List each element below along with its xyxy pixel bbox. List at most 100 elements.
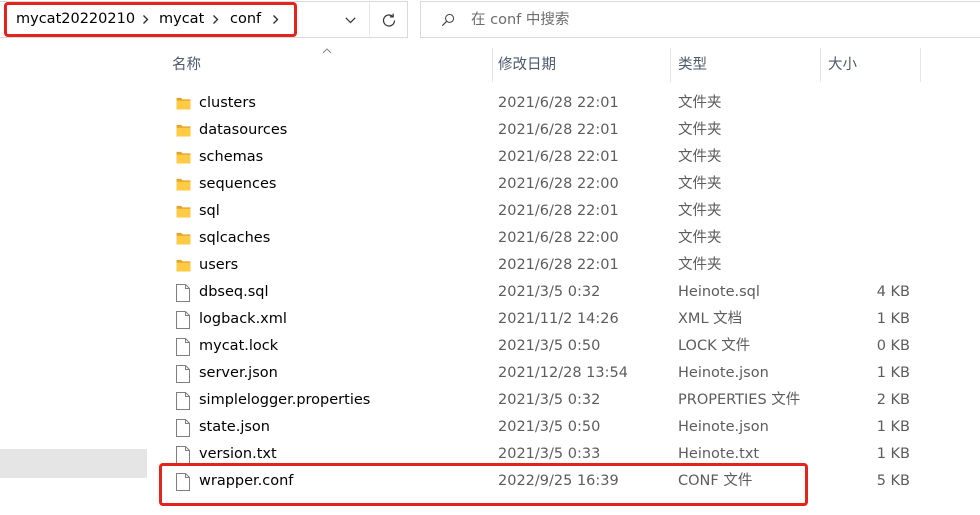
search-input[interactable] bbox=[471, 2, 951, 37]
file-name: server.json bbox=[199, 365, 278, 381]
folder-icon bbox=[176, 259, 191, 272]
file-row[interactable]: simplelogger.properties 2021/3/5 0:32 PR… bbox=[160, 387, 920, 414]
file-name: logback.xml bbox=[199, 311, 287, 327]
file-type: PROPERTIES 文件 bbox=[678, 392, 801, 408]
column-header-modified[interactable]: 修改日期 bbox=[498, 48, 556, 82]
file-name: wrapper.conf bbox=[199, 473, 294, 489]
file-icon bbox=[176, 338, 190, 356]
file-name: datasources bbox=[199, 122, 288, 138]
file-icon bbox=[176, 473, 190, 491]
file-row[interactable]: server.json 2021/12/28 13:54 Heinote.jso… bbox=[160, 360, 920, 387]
file-type: 文件夹 bbox=[678, 203, 722, 219]
file-size: 1 KB bbox=[876, 446, 910, 462]
file-type: LOCK 文件 bbox=[678, 338, 751, 354]
file-modified: 2021/6/28 22:01 bbox=[498, 122, 619, 138]
column-resize-handle[interactable] bbox=[920, 48, 921, 82]
file-row[interactable]: datasources 2021/6/28 22:01 文件夹 bbox=[160, 117, 920, 144]
column-resize-handle[interactable] bbox=[820, 48, 821, 82]
file-row[interactable]: dbseq.sql 2021/3/5 0:32 Heinote.sql 4 KB bbox=[160, 279, 920, 306]
file-type: 文件夹 bbox=[678, 95, 722, 111]
file-type: XML 文档 bbox=[678, 311, 743, 327]
file-modified: 2021/6/28 22:01 bbox=[498, 149, 619, 165]
address-bar-divider bbox=[369, 2, 370, 37]
file-modified: 2021/6/28 22:00 bbox=[498, 230, 619, 246]
file-size: 2 KB bbox=[876, 392, 910, 408]
file-row[interactable]: clusters 2021/6/28 22:01 文件夹 bbox=[160, 90, 920, 117]
folder-icon bbox=[176, 151, 191, 164]
file-icon bbox=[176, 392, 190, 410]
breadcrumb-item-mycat20220210[interactable]: mycat20220210 bbox=[16, 2, 135, 37]
file-modified: 2021/11/2 14:26 bbox=[498, 311, 619, 327]
column-resize-handle[interactable] bbox=[670, 48, 671, 82]
file-type: 文件夹 bbox=[678, 230, 722, 246]
file-modified: 2021/6/28 22:01 bbox=[498, 203, 619, 219]
file-name: sql bbox=[199, 203, 220, 219]
file-name: users bbox=[199, 257, 239, 273]
file-modified: 2021/3/5 0:33 bbox=[498, 446, 601, 462]
file-row[interactable]: version.txt 2021/3/5 0:33 Heinote.txt 1 … bbox=[160, 441, 920, 468]
file-size: 4 KB bbox=[876, 284, 910, 300]
file-row[interactable]: users 2021/6/28 22:01 文件夹 bbox=[160, 252, 920, 279]
column-header-type[interactable]: 类型 bbox=[678, 48, 707, 82]
file-icon bbox=[176, 419, 190, 437]
file-type: 文件夹 bbox=[678, 176, 722, 192]
folder-icon bbox=[176, 232, 191, 245]
nav-item-selected[interactable] bbox=[0, 449, 147, 478]
file-row[interactable]: sqlcaches 2021/6/28 22:00 文件夹 bbox=[160, 225, 920, 252]
file-icon bbox=[176, 365, 190, 383]
file-type: 文件夹 bbox=[678, 122, 722, 138]
file-row[interactable]: schemas 2021/6/28 22:01 文件夹 bbox=[160, 144, 920, 171]
file-name: sqlcaches bbox=[199, 230, 271, 246]
file-row[interactable]: sql 2021/6/28 22:01 文件夹 bbox=[160, 198, 920, 225]
file-modified: 2021/3/5 0:32 bbox=[498, 392, 601, 408]
file-type: Heinote.json bbox=[678, 419, 769, 435]
file-row[interactable]: state.json 2021/3/5 0:50 Heinote.json 1 … bbox=[160, 414, 920, 441]
navigation-pane bbox=[0, 40, 147, 515]
file-icon bbox=[176, 284, 190, 302]
file-type: 文件夹 bbox=[678, 257, 722, 273]
column-header-size[interactable]: 大小 bbox=[828, 48, 857, 82]
file-size: 0 KB bbox=[876, 338, 910, 354]
file-modified: 2021/6/28 22:01 bbox=[498, 95, 619, 111]
file-modified: 2021/3/5 0:50 bbox=[498, 419, 601, 435]
file-row[interactable]: mycat.lock 2021/3/5 0:50 LOCK 文件 0 KB bbox=[160, 333, 920, 360]
file-name: simplelogger.properties bbox=[199, 392, 371, 408]
file-type: 文件夹 bbox=[678, 149, 722, 165]
file-size: 5 KB bbox=[876, 473, 910, 489]
file-list: clusters 2021/6/28 22:01 文件夹 datasources… bbox=[160, 90, 920, 495]
folder-icon bbox=[176, 178, 191, 191]
column-header-row: 名称 修改日期 类型 大小 bbox=[160, 48, 980, 82]
chevron-down-icon[interactable] bbox=[345, 17, 356, 24]
address-bar[interactable]: mycat20220210 mycat conf bbox=[0, 1, 408, 38]
file-row[interactable]: logback.xml 2021/11/2 14:26 XML 文档 1 KB bbox=[160, 306, 920, 333]
chevron-right-icon[interactable] bbox=[212, 14, 219, 25]
file-name: sequences bbox=[199, 176, 277, 192]
file-size: 1 KB bbox=[876, 311, 910, 327]
file-modified: 2021/3/5 0:32 bbox=[498, 284, 601, 300]
file-name: state.json bbox=[199, 419, 270, 435]
sort-ascending-icon bbox=[322, 48, 332, 54]
file-modified: 2021/6/28 22:00 bbox=[498, 176, 619, 192]
file-name: mycat.lock bbox=[199, 338, 279, 354]
chevron-right-icon[interactable] bbox=[272, 14, 279, 25]
column-resize-handle[interactable] bbox=[492, 48, 493, 82]
file-name: schemas bbox=[199, 149, 264, 165]
file-size: 1 KB bbox=[876, 419, 910, 435]
file-type: Heinote.sql bbox=[678, 284, 760, 300]
file-size: 1 KB bbox=[876, 365, 910, 381]
file-type: CONF 文件 bbox=[678, 473, 753, 489]
folder-icon bbox=[176, 205, 191, 218]
search-box[interactable] bbox=[420, 1, 980, 38]
file-icon bbox=[176, 446, 190, 464]
file-row[interactable]: sequences 2021/6/28 22:00 文件夹 bbox=[160, 171, 920, 198]
file-name: clusters bbox=[199, 95, 256, 111]
file-name: dbseq.sql bbox=[199, 284, 269, 300]
breadcrumb-item-conf[interactable]: conf bbox=[230, 2, 261, 37]
file-row[interactable]: wrapper.conf 2022/9/25 16:39 CONF 文件 5 K… bbox=[160, 468, 920, 495]
refresh-icon[interactable] bbox=[381, 12, 397, 28]
column-header-name[interactable]: 名称 bbox=[172, 48, 201, 82]
breadcrumb-item-mycat[interactable]: mycat bbox=[159, 2, 204, 37]
chevron-right-icon[interactable] bbox=[142, 14, 149, 25]
file-modified: 2021/12/28 13:54 bbox=[498, 365, 628, 381]
file-modified: 2021/6/28 22:01 bbox=[498, 257, 619, 273]
